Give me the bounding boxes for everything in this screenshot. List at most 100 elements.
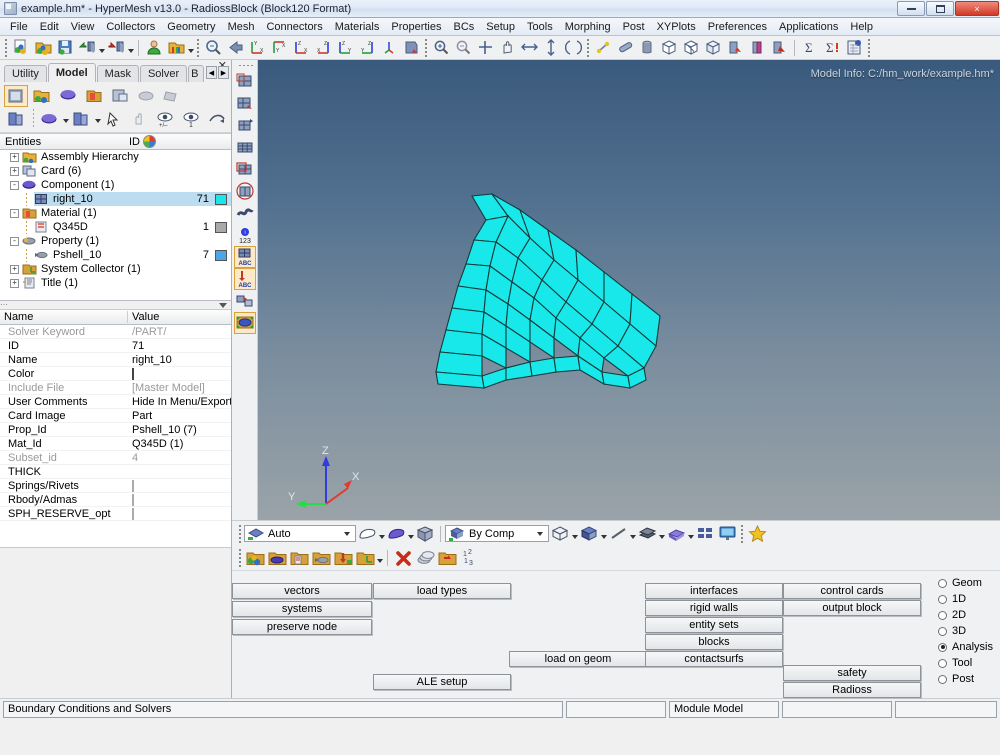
table-row[interactable]: + Card (6) xyxy=(0,164,231,178)
section-cut-3-icon[interactable] xyxy=(769,38,789,58)
tab-scroll-prev-icon[interactable]: ◀ xyxy=(206,66,217,79)
panel-button-load-types[interactable]: load types xyxy=(373,583,511,599)
property-icon[interactable] xyxy=(56,85,80,107)
panel-button-vectors[interactable]: vectors xyxy=(232,583,372,599)
material-icon[interactable] xyxy=(82,85,106,107)
open-model-icon[interactable] xyxy=(33,38,53,58)
solid-box-3-icon[interactable] xyxy=(703,38,723,58)
table-row[interactable]: + Title (1) xyxy=(0,276,231,290)
view-zy-icon[interactable]: ZY xyxy=(335,38,355,58)
table-row[interactable]: Card Image Part xyxy=(0,409,231,423)
panel-button-contactsurfs[interactable]: contactsurfs xyxy=(645,651,783,667)
radio-tool[interactable]: Tool xyxy=(938,655,998,671)
graphics-viewport[interactable]: Model Info: C:/hm_work/example.hm* Z Y X xyxy=(258,60,1000,520)
toolbar-grip-3[interactable] xyxy=(425,38,427,57)
table-row[interactable]: Springs/Rivets xyxy=(0,479,231,493)
menu-item-mesh[interactable]: Mesh xyxy=(222,19,261,35)
favorite-star-icon[interactable] xyxy=(747,524,767,544)
zoom-out-icon[interactable] xyxy=(453,38,473,58)
menu-item-setup[interactable]: Setup xyxy=(480,19,521,35)
property-value[interactable]: Part xyxy=(128,410,231,422)
summation-alt-icon[interactable]: Σ xyxy=(822,38,842,58)
view-iso-icon[interactable] xyxy=(379,38,399,58)
toolbar-grip[interactable] xyxy=(5,38,7,57)
system-folder-icon[interactable] xyxy=(355,548,375,568)
minimize-button[interactable] xyxy=(897,1,925,16)
table-row[interactable]: right_10 71 xyxy=(0,192,231,206)
add-component-icon[interactable] xyxy=(245,548,265,568)
material-folder-icon[interactable] xyxy=(289,548,309,568)
node-id-icon[interactable]: i 123 xyxy=(234,224,256,246)
radio-post[interactable]: Post xyxy=(938,671,998,687)
table-row[interactable]: + System Collector (1) xyxy=(0,262,231,276)
panel-button-blocks[interactable]: blocks xyxy=(645,634,783,650)
expander-icon[interactable]: + xyxy=(10,166,19,176)
pan-horizontal-icon[interactable] xyxy=(519,38,539,58)
panel-button-ale-setup[interactable]: ALE setup xyxy=(373,674,511,690)
edit-element-icon[interactable] xyxy=(234,158,256,180)
assembly-icon[interactable] xyxy=(30,85,54,107)
view-zx-icon[interactable]: ZX xyxy=(291,38,311,58)
collapse-chevron-down-icon[interactable] xyxy=(219,302,227,308)
color-swatch[interactable] xyxy=(215,221,227,233)
save-view-icon[interactable] xyxy=(401,38,421,58)
table-row[interactable]: - Material (1) xyxy=(0,206,231,220)
tab-mask[interactable]: Mask xyxy=(96,65,139,82)
panel-button-preserve-node[interactable]: preserve node xyxy=(232,619,372,635)
center-view-icon[interactable] xyxy=(475,38,495,58)
property-table[interactable]: Solver Keyword /PART/ ID 71 Name right_1… xyxy=(0,325,231,547)
palette-chevron-down-icon[interactable] xyxy=(187,38,194,58)
panel-button-rigid-walls[interactable]: rigid walls xyxy=(645,600,783,616)
table-row[interactable]: - Component (1) xyxy=(0,178,231,192)
section-cut-2-icon[interactable] xyxy=(747,38,767,58)
solid-box-icon[interactable] xyxy=(659,38,679,58)
expander-icon[interactable]: + xyxy=(10,152,19,162)
maximize-button[interactable] xyxy=(926,1,954,16)
distance-measure-icon[interactable] xyxy=(593,38,613,58)
matrix-browser-icon[interactable] xyxy=(844,38,864,58)
panel-button-load-on-geom[interactable]: load on geom xyxy=(509,651,647,667)
panel-button-radioss[interactable]: Radioss xyxy=(783,682,921,698)
pan-hand-icon[interactable] xyxy=(497,38,517,58)
menu-item-properties[interactable]: Properties xyxy=(385,19,447,35)
view-xy-icon[interactable]: YX xyxy=(247,38,267,58)
panel-splitter[interactable]: ⋯ xyxy=(0,301,231,310)
view-xz-icon[interactable]: ZX xyxy=(313,38,333,58)
shading-chevron-down-icon[interactable] xyxy=(344,531,350,536)
table-row[interactable]: Solver Keyword /PART/ xyxy=(0,325,231,339)
shrink-chevron-down-icon[interactable] xyxy=(600,524,607,544)
rotate-view-icon[interactable] xyxy=(563,38,583,58)
property-display-icon[interactable] xyxy=(37,108,61,130)
color-swatch[interactable] xyxy=(132,367,134,380)
toolbar-grip-4[interactable] xyxy=(587,38,589,57)
panel-button-control-cards[interactable]: control cards xyxy=(783,583,921,599)
summation-icon[interactable]: Σ xyxy=(800,38,820,58)
save-model-icon[interactable] xyxy=(55,38,75,58)
close-button[interactable]: × xyxy=(955,1,999,16)
solid-chevron-down-icon[interactable] xyxy=(687,524,694,544)
shaded-chevron-down-icon[interactable] xyxy=(407,524,414,544)
new-model-icon[interactable] xyxy=(11,38,31,58)
vis-toolbar-grip[interactable] xyxy=(239,524,241,543)
user-profile-icon[interactable] xyxy=(144,38,164,58)
element-shrink-icon[interactable] xyxy=(579,524,599,544)
circle-mesh-icon[interactable] xyxy=(234,180,256,202)
panel-button-interfaces[interactable]: interfaces xyxy=(645,583,783,599)
table-row[interactable]: Rbody/Admas xyxy=(0,493,231,507)
property-value[interactable]: 71 xyxy=(128,340,231,352)
menu-item-file[interactable]: File xyxy=(4,19,34,35)
vtoolbar-grip[interactable] xyxy=(236,62,253,68)
table-row[interactable]: Pshell_10 7 xyxy=(0,248,231,262)
menu-item-bcs[interactable]: BCs xyxy=(448,19,481,35)
tab-model[interactable]: Model xyxy=(47,63,96,82)
color-mode-combobox[interactable]: By Comp xyxy=(445,525,549,542)
table-row[interactable]: User Comments Hide In Menu/Export xyxy=(0,395,231,409)
entity-tree[interactable]: + Assembly Hierarchy + Card (6) - Compon… xyxy=(0,150,231,301)
menu-item-edit[interactable]: Edit xyxy=(34,19,65,35)
wireframe-chevron-down-icon[interactable] xyxy=(378,524,385,544)
shaded-icon[interactable] xyxy=(386,524,406,544)
isolate-icon[interactable] xyxy=(4,108,28,130)
export-folder-icon[interactable] xyxy=(437,548,457,568)
table-row[interactable]: SPH_RESERVE_opt xyxy=(0,507,231,521)
table-row[interactable]: THICK xyxy=(0,465,231,479)
